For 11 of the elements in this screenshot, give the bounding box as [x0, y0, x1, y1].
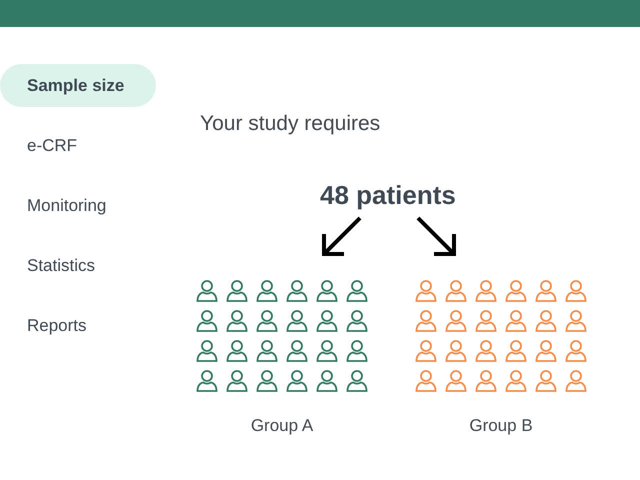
sidebar-item[interactable]: Sample size — [0, 64, 156, 107]
group-label: Group A — [250, 415, 314, 437]
sidebar-item[interactable]: Monitoring — [0, 184, 156, 227]
arrow-icon — [320, 215, 364, 259]
sidebar-item[interactable]: Reports — [0, 304, 156, 347]
group-label: Group B — [469, 415, 533, 437]
intro-text: Your study requires — [200, 111, 380, 137]
sidebar-item[interactable]: Statistics — [0, 244, 156, 287]
arrow-icon — [414, 215, 458, 259]
sidebar-item[interactable]: e-CRF — [0, 124, 156, 167]
patient-count: 48 patients — [320, 179, 456, 211]
